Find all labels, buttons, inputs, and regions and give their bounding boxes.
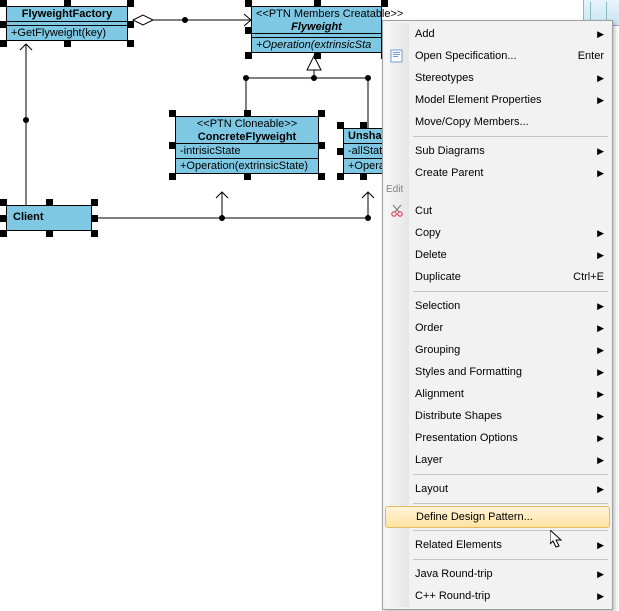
menu-cut[interactable]: Cut — [385, 200, 610, 222]
submenu-arrow-icon: ▶ — [597, 95, 604, 106]
class-name: ConcreteFlyweight — [176, 131, 318, 143]
menu-open-specification[interactable]: Open Specification... Enter — [385, 45, 610, 67]
menu-separator — [413, 291, 608, 292]
menu-alignment[interactable]: Alignment▶ — [385, 383, 610, 405]
submenu-arrow-icon: ▶ — [597, 323, 604, 334]
class-flyweight[interactable]: <<PTN Members Creatable>> Flyweight +Ope… — [251, 6, 382, 53]
submenu-arrow-icon: ▶ — [597, 540, 604, 551]
stereotype: <<PTN Cloneable>> — [176, 117, 318, 131]
menu-separator — [413, 503, 608, 504]
menu-create-parent[interactable]: Create Parent▶ — [385, 162, 610, 184]
menu-grouping[interactable]: Grouping▶ — [385, 339, 610, 361]
submenu-arrow-icon: ▶ — [597, 484, 604, 495]
operation: +GetFlyweight(key) — [7, 25, 127, 40]
menu-add[interactable]: Add▶ — [385, 23, 610, 45]
class-concrete-flyweight[interactable]: <<PTN Cloneable>> ConcreteFlyweight -int… — [175, 116, 319, 174]
attribute: -allState — [344, 143, 382, 158]
menu-styles-formatting[interactable]: Styles and Formatting▶ — [385, 361, 610, 383]
operation: +Operation(extrinsicState) — [176, 158, 318, 173]
class-name: FlyweightFactory — [7, 7, 127, 21]
class-flyweight-factory[interactable]: FlyweightFactory +GetFlyweight(key) — [6, 6, 128, 41]
submenu-arrow-icon: ▶ — [597, 367, 604, 378]
menu-java-round-trip[interactable]: Java Round-trip▶ — [385, 563, 610, 585]
menu-separator — [413, 474, 608, 475]
submenu-arrow-icon: ▶ — [597, 146, 604, 157]
submenu-arrow-icon: ▶ — [597, 228, 604, 239]
menu-group-edit: Edit — [385, 186, 610, 198]
class-client[interactable]: Client — [6, 205, 92, 231]
menu-separator — [413, 530, 608, 531]
operation: +Operation(extrinsicSta — [252, 37, 381, 52]
menu-separator — [413, 559, 608, 560]
menu-order[interactable]: Order▶ — [385, 317, 610, 339]
shortcut: Enter — [578, 50, 604, 62]
menu-layout[interactable]: Layout▶ — [385, 478, 610, 500]
menu-model-element-properties[interactable]: Model Element Properties▶ — [385, 89, 610, 111]
class-unshared[interactable]: Unsha -allState +Opera — [343, 128, 383, 174]
operation: +Opera — [344, 158, 382, 173]
menu-related-elements[interactable]: Related Elements▶ — [385, 534, 610, 556]
menu-layer[interactable]: Layer▶ — [385, 449, 610, 471]
submenu-arrow-icon: ▶ — [597, 345, 604, 356]
submenu-arrow-icon: ▶ — [597, 168, 604, 179]
scissors-icon — [389, 203, 405, 219]
stereotype: <<PTN Members Creatable>> — [252, 7, 381, 21]
menu-define-design-pattern[interactable]: Define Design Pattern... — [385, 506, 610, 528]
menu-distribute-shapes[interactable]: Distribute Shapes▶ — [385, 405, 610, 427]
class-name: Unsha — [344, 129, 382, 143]
class-name: Client — [7, 206, 91, 228]
submenu-arrow-icon: ▶ — [597, 73, 604, 84]
menu-duplicate[interactable]: Duplicate Ctrl+E — [385, 266, 610, 288]
context-menu: Add▶ Open Specification... Enter Stereot… — [382, 20, 613, 610]
class-name: Flyweight — [252, 21, 381, 33]
submenu-arrow-icon: ▶ — [597, 411, 604, 422]
submenu-arrow-icon: ▶ — [597, 569, 604, 580]
menu-cpp-round-trip[interactable]: C++ Round-trip▶ — [385, 585, 610, 607]
menu-move-copy-members[interactable]: Move/Copy Members... — [385, 111, 610, 133]
menu-selection[interactable]: Selection▶ — [385, 295, 610, 317]
menu-separator — [413, 136, 608, 137]
cursor-icon — [550, 530, 566, 550]
menu-presentation-options[interactable]: Presentation Options▶ — [385, 427, 610, 449]
spec-icon — [389, 48, 405, 64]
menu-delete[interactable]: Delete▶ — [385, 244, 610, 266]
submenu-arrow-icon: ▶ — [597, 455, 604, 466]
submenu-arrow-icon: ▶ — [597, 389, 604, 400]
submenu-arrow-icon: ▶ — [597, 250, 604, 261]
menu-sub-diagrams[interactable]: Sub Diagrams▶ — [385, 140, 610, 162]
menu-copy[interactable]: Copy▶ — [385, 222, 610, 244]
submenu-arrow-icon: ▶ — [597, 301, 604, 312]
submenu-arrow-icon: ▶ — [597, 29, 604, 40]
attribute: -intrisicState — [176, 143, 318, 158]
shortcut: Ctrl+E — [573, 271, 604, 283]
menu-stereotypes[interactable]: Stereotypes▶ — [385, 67, 610, 89]
submenu-arrow-icon: ▶ — [597, 591, 604, 602]
submenu-arrow-icon: ▶ — [597, 433, 604, 444]
